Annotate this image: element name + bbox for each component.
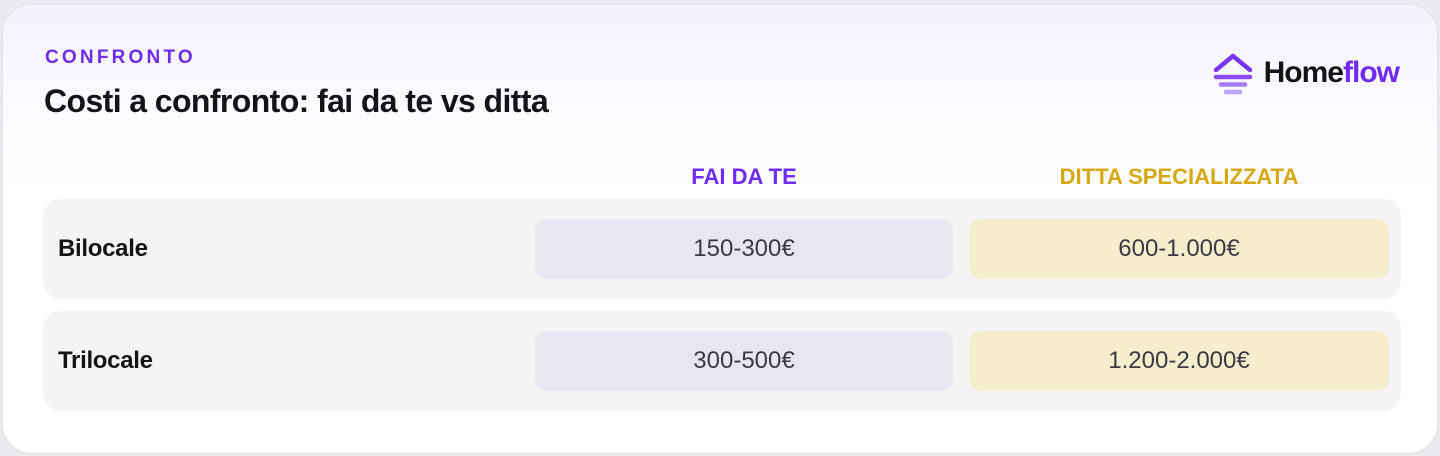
row-label: Bilocale xyxy=(58,235,148,262)
house-roof-icon xyxy=(1213,53,1252,95)
cell-diy-cost: 300-500€ xyxy=(535,331,953,391)
cell-diy-cost: 150-300€ xyxy=(535,219,953,279)
comparison-card: CONFRONTO Costi a confronto: fai da te v… xyxy=(2,4,1438,454)
brand-name: Homeflow xyxy=(1263,56,1400,90)
cell-pro-cost: 600-1.000€ xyxy=(969,219,1389,279)
table-row: Bilocale 150-300€ 600-1.000€ xyxy=(43,199,1401,299)
brand-name-flow: flow xyxy=(1343,56,1400,89)
column-header-pro: DITTA SPECIALIZZATA xyxy=(1059,164,1299,189)
table-row: Trilocale 300-500€ 1.200-2.000€ xyxy=(43,311,1401,411)
section-eyebrow: CONFRONTO xyxy=(45,47,196,68)
page-title: Costi a confronto: fai da te vs ditta xyxy=(44,83,549,119)
brand-logo: Homeflow xyxy=(1212,49,1400,97)
brand-name-home: Home xyxy=(1263,56,1344,89)
row-label: Trilocale xyxy=(58,347,153,374)
cell-pro-cost: 1.200-2.000€ xyxy=(969,331,1389,391)
column-header-diy: FAI DA TE xyxy=(691,164,797,189)
